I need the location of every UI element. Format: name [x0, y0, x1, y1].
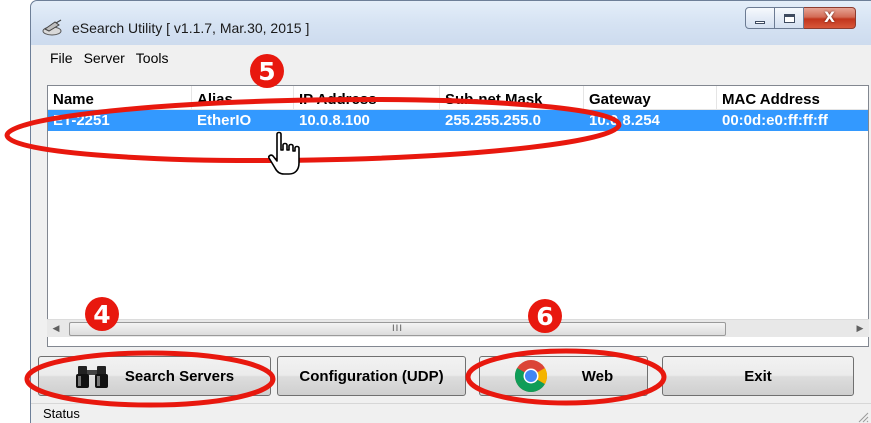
- cell-ip: 10.0.8.100: [299, 112, 370, 129]
- chrome-icon: [514, 360, 547, 393]
- close-icon: X: [824, 10, 835, 26]
- list-header: Name Alias IP Address Sub-net Mask Gatew…: [48, 86, 868, 110]
- menu-server[interactable]: Server: [84, 50, 125, 66]
- minimize-icon: [755, 20, 765, 24]
- caption-buttons: X: [745, 7, 856, 29]
- scroll-thumb[interactable]: III: [69, 322, 726, 336]
- column-header-gateway[interactable]: Gateway: [584, 86, 717, 110]
- horizontal-scrollbar[interactable]: ◀ III ▶: [47, 319, 869, 337]
- search-servers-button[interactable]: Search Servers: [38, 356, 271, 396]
- annotation-badge-5: 5: [250, 54, 284, 88]
- cell-name: ET-2251: [53, 112, 110, 129]
- scroll-grip: III: [392, 324, 403, 334]
- column-header-subnet[interactable]: Sub-net Mask: [440, 86, 584, 110]
- menu-tools[interactable]: Tools: [136, 50, 169, 66]
- scroll-right-icon[interactable]: ▶: [851, 320, 869, 338]
- table-row[interactable]: ET-2251 EtherIO 10.0.8.100 255.255.255.0…: [48, 110, 868, 131]
- cell-alias: EtherIO: [197, 112, 252, 129]
- column-header-ip[interactable]: IP Address: [294, 86, 440, 110]
- binoculars-icon: [75, 366, 108, 388]
- configuration-udp-label: Configuration (UDP): [299, 367, 444, 385]
- minimize-button[interactable]: [745, 7, 775, 29]
- window-title: eSearch Utility [ v1.1.7, Mar.30, 2015 ]: [72, 20, 310, 36]
- web-button[interactable]: Web: [479, 356, 648, 396]
- status-bar: Status: [31, 403, 871, 423]
- annotation-badge-6: 6: [528, 299, 562, 333]
- app-window: eSearch Utility [ v1.1.7, Mar.30, 2015 ]…: [30, 0, 871, 423]
- title-bar[interactable]: eSearch Utility [ v1.1.7, Mar.30, 2015 ]…: [31, 1, 871, 45]
- menu-bar: File Server Tools: [31, 45, 871, 71]
- scroll-left-icon[interactable]: ◀: [47, 320, 65, 338]
- maximize-button[interactable]: [775, 7, 804, 29]
- exit-label: Exit: [744, 367, 772, 385]
- close-button[interactable]: X: [804, 7, 856, 29]
- server-list[interactable]: Name Alias IP Address Sub-net Mask Gatew…: [47, 85, 869, 347]
- resize-grip-icon[interactable]: [857, 411, 869, 423]
- web-label: Web: [581, 367, 614, 385]
- menu-file[interactable]: File: [50, 50, 73, 66]
- search-servers-label: Search Servers: [124, 367, 235, 385]
- screenshot-stage: eSearch Utility [ v1.1.7, Mar.30, 2015 ]…: [0, 0, 871, 423]
- column-header-alias[interactable]: Alias: [192, 86, 294, 110]
- cell-mac: 00:0d:e0:ff:ff:ff: [722, 112, 828, 129]
- cell-gateway: 10.0.8.254: [589, 112, 660, 129]
- cell-subnet: 255.255.255.0: [445, 112, 541, 129]
- exit-button[interactable]: Exit: [662, 356, 854, 396]
- app-icon: [42, 19, 62, 36]
- annotation-badge-4: 4: [85, 297, 119, 331]
- column-header-name[interactable]: Name: [48, 86, 192, 110]
- client-area: Name Alias IP Address Sub-net Mask Gatew…: [31, 71, 871, 423]
- configuration-udp-button[interactable]: Configuration (UDP): [277, 356, 466, 396]
- maximize-icon: [783, 13, 795, 23]
- column-header-mac[interactable]: MAC Address: [717, 86, 868, 110]
- status-text: Status: [43, 406, 80, 421]
